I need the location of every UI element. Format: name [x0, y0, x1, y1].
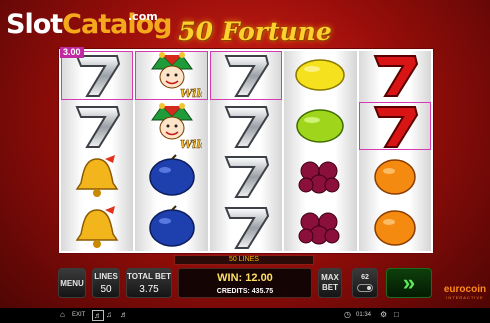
seven-icon [75, 55, 121, 98]
svg-text:Wild: Wild [180, 87, 202, 99]
provider-logo: eurocoin INTERACTIVE [442, 284, 488, 300]
red-seven-icon [373, 105, 418, 148]
lines-value: 50 [100, 283, 112, 295]
provider-logo-sub: INTERACTIVE [446, 295, 484, 300]
seven-icon [75, 105, 121, 148]
line-win-amount: 3.00 [60, 47, 84, 58]
music-icon[interactable]: ♫ [106, 310, 112, 319]
max-bet-button[interactable]: MAX BET [318, 268, 342, 298]
symbol-orange [359, 203, 431, 252]
reel-2: Wild Wild [135, 51, 208, 252]
symbol-seven-red [358, 101, 432, 150]
exit-label[interactable]: EXIT [72, 312, 85, 318]
reel-4 [284, 51, 357, 252]
grapes-icon [298, 161, 340, 194]
symbol-grapes [284, 152, 356, 201]
credits-label: CREDITS: 435.75 [216, 288, 274, 295]
orange-icon [374, 159, 416, 195]
lime-icon [296, 109, 345, 143]
autoplay-count: 62 [361, 274, 369, 281]
lines-indicator: 50 LINES [174, 255, 314, 265]
lines-title: LINES [94, 271, 118, 281]
symbol-joker-wild: Wild [135, 51, 208, 100]
spin-chevrons-icon: » [402, 270, 416, 295]
lemon-icon [295, 59, 346, 91]
menu-button[interactable]: MENU [58, 268, 86, 298]
symbol-grapes [284, 203, 356, 252]
symbol-joker-wild: Wild [135, 102, 207, 151]
clock-icon: ◷ [344, 310, 351, 319]
reel-3 [209, 51, 283, 252]
autoplay-button[interactable]: 62 [352, 268, 378, 298]
symbol-lemon [284, 51, 356, 100]
seven-icon [224, 55, 270, 98]
home-icon[interactable]: ⌂ [60, 310, 65, 319]
symbol-seven [210, 203, 282, 252]
sound-icon-active[interactable]: ♬ [92, 310, 104, 321]
max-bet-label: MAX BET [321, 273, 339, 292]
symbol-seven [210, 152, 282, 201]
win-label: WIN: 12.00 [217, 272, 273, 284]
symbol-orange [359, 152, 431, 201]
menu-label: MENU [60, 278, 84, 288]
settings-icon[interactable]: ⚙ [380, 310, 387, 319]
symbol-seven [210, 102, 282, 151]
symbol-plum [135, 152, 207, 201]
reels-area[interactable]: Wild Wild [58, 48, 434, 254]
symbol-seven [209, 51, 283, 100]
bell-icon [75, 155, 119, 198]
seven-icon [224, 156, 270, 199]
plum-icon [148, 154, 195, 196]
symbol-lime [284, 102, 356, 151]
seven-icon [224, 206, 270, 249]
red-seven-icon [373, 55, 418, 98]
volume-icon[interactable]: ♬ [120, 310, 128, 319]
clock-time: 01:34 [356, 312, 372, 318]
orange-icon [374, 210, 416, 246]
symbol-seven [61, 102, 133, 151]
seven-icon [224, 105, 270, 148]
symbol-seven-red [359, 51, 431, 100]
total-bet-value: 3.75 [139, 283, 159, 295]
total-bet-button[interactable]: TOTAL BET 3.75 [126, 268, 172, 298]
brand-slot-text: Slot [6, 9, 63, 40]
spin-button[interactable]: » [386, 268, 432, 298]
win-credits-panel: WIN: 12.00 CREDITS: 435.75 [178, 268, 312, 298]
lines-button[interactable]: LINES 50 [92, 268, 120, 298]
reel-5 [358, 51, 432, 252]
reel-1 [61, 51, 134, 252]
autoplay-toggle-icon [357, 284, 373, 292]
symbol-bell [61, 203, 133, 252]
bell-icon [75, 205, 119, 248]
symbol-plum [135, 203, 207, 252]
bottom-bar: ⌂ EXIT ♬ ♫ ♬ ◷ 01:34 ⚙ □ [0, 308, 490, 323]
joker-wild-icon: Wild [150, 52, 202, 99]
symbol-seven [61, 51, 134, 100]
provider-logo-main: eurocoin [443, 284, 487, 295]
symbol-bell [61, 152, 133, 201]
grapes-icon [298, 212, 340, 245]
game-title: 50 Fortune Fruits [178, 17, 332, 82]
svg-text:Wild: Wild [180, 138, 202, 150]
total-bet-title: TOTAL BET [127, 271, 171, 281]
plum-icon [148, 205, 195, 247]
fullscreen-icon[interactable]: □ [394, 310, 399, 319]
joker-wild-icon: Wild [150, 102, 202, 150]
